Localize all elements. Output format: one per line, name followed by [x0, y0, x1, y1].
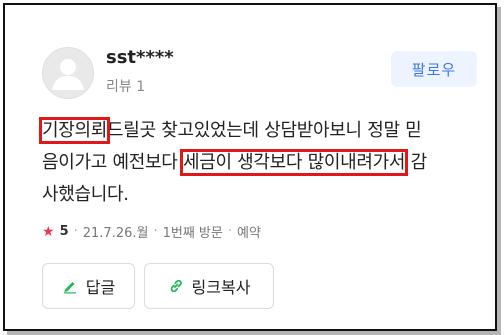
pencil-icon [62, 278, 78, 294]
review-line-2: 음이가고 예전보다 세금이 생각보다 많이내려가서 감 [42, 147, 427, 179]
highlight-box: 기장의뢰 [38, 117, 111, 144]
avatar[interactable] [42, 47, 94, 99]
reply-button[interactable]: 답글 [42, 263, 135, 309]
follow-button[interactable]: 팔로우 [391, 51, 477, 87]
review-line-3: 사했습니다. [42, 184, 129, 205]
review-date: 21.7.26.월 [82, 226, 149, 241]
review-meta: ★ 5 · 21.7.26.월 · 1번째 방문 · 예약 [42, 222, 261, 242]
separator: · [153, 224, 158, 239]
copy-link-label: 링크복사 [191, 278, 251, 297]
link-icon [168, 278, 184, 294]
review-text-segment: 감 [405, 152, 428, 173]
reply-label: 답글 [85, 278, 116, 297]
separator: · [227, 224, 232, 239]
user-silhouette-icon [52, 59, 84, 90]
review-text-segment: 음이가고 예전보다 [42, 152, 183, 173]
review-count: 리뷰 1 [106, 79, 146, 95]
review-card: sst**** 리뷰 1 팔로우 기장의뢰드릴곳 찾고있었는데 상담받아보니 정… [3, 3, 497, 331]
star-icon: ★ [42, 223, 55, 240]
highlight-box: 세금이 생각보다 많이내려가서 [179, 149, 409, 176]
visit-type: 예약 [237, 226, 261, 241]
username[interactable]: sst**** [106, 47, 174, 68]
review-line-1: 기장의뢰드릴곳 찾고있었는데 상담받아보니 정말 믿 [38, 115, 422, 147]
rating-value: 5 [59, 224, 69, 239]
separator: · [73, 224, 78, 239]
visit-count: 1번째 방문 [162, 226, 223, 241]
copy-link-button[interactable]: 링크복사 [144, 263, 274, 309]
review-text-segment: 드릴곳 찾고있었는데 상담받아보니 정말 믿 [107, 120, 422, 141]
